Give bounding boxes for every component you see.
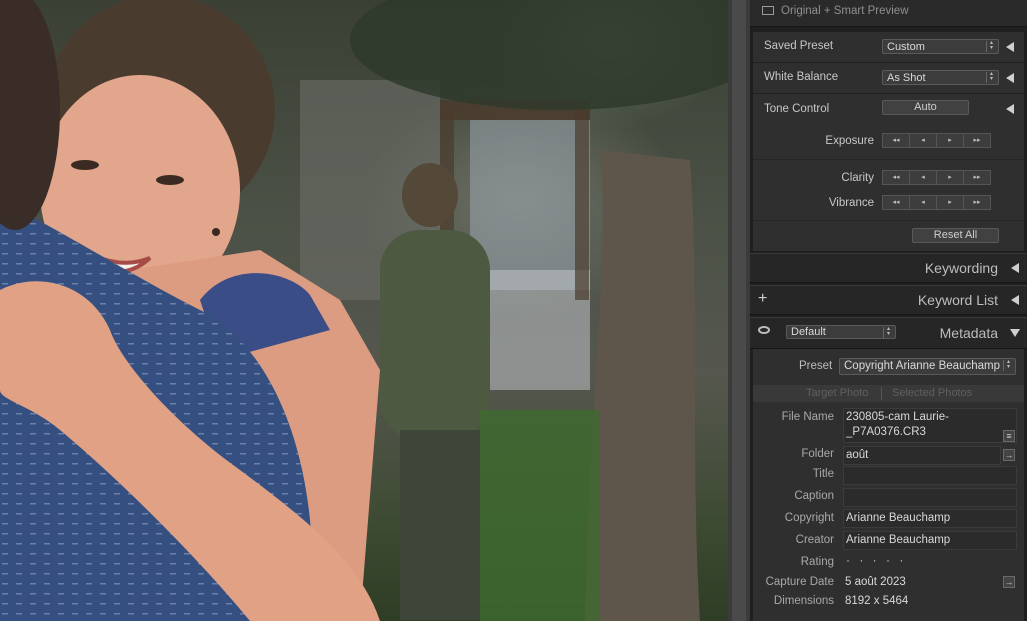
vibrance-increase-large-button[interactable]: ▸▸ [963, 195, 991, 210]
metadata-title: Metadata [939, 325, 998, 341]
keyword-list-disclosure-icon[interactable] [1011, 295, 1019, 305]
clarity-decrease-button[interactable]: ◂ [909, 170, 937, 185]
metadata-view-select[interactable]: Default ▴ ▾ [786, 325, 896, 339]
file-name-value-line2: _P7A0376.CR3 [846, 426, 926, 438]
metadata-panel-header[interactable]: Default ▴ ▾ Metadata [750, 317, 1027, 349]
keywording-disclosure-icon[interactable] [1011, 263, 1019, 273]
caption-label: Caption [794, 490, 834, 502]
capture-date-value: 5 août 2023 [845, 576, 906, 588]
select-spinner-icon: ▴ ▾ [1003, 359, 1013, 371]
lightroom-library-window: Original + Smart Preview Saved Preset Cu… [0, 0, 1027, 621]
go-to-date-icon[interactable]: → [1003, 576, 1015, 588]
keyword-list-panel-header[interactable]: + Keyword List [750, 285, 1027, 315]
saved-preset-label: Saved Preset [764, 40, 834, 52]
select-spinner-icon: ▴ ▾ [883, 326, 893, 338]
go-to-folder-icon[interactable]: → [1003, 449, 1015, 461]
rating-stars[interactable]: · · · · · [846, 553, 906, 567]
keywording-title: Keywording [924, 260, 998, 276]
preview-status-label: Original + Smart Preview [781, 5, 909, 17]
copyright-field[interactable]: Arianne Beauchamp [843, 509, 1017, 528]
copyright-value: Arianne Beauchamp [846, 512, 951, 524]
divider [753, 159, 1024, 160]
exposure-decrease-button[interactable]: ◂ [909, 133, 937, 148]
select-spinner-icon: ▴ ▾ [986, 71, 996, 83]
vibrance-label: Vibrance [828, 197, 874, 209]
scroll-track[interactable] [732, 0, 746, 621]
tone-control-label: Tone Control [764, 103, 830, 115]
tone-control-disclosure-icon[interactable] [1006, 104, 1014, 114]
file-name-field[interactable]: 230805-cam Laurie- _P7A0376.CR3 [843, 408, 1017, 443]
reset-all-button[interactable]: Reset All [912, 228, 999, 243]
right-panel: Original + Smart Preview Saved Preset Cu… [750, 0, 1027, 621]
photo-preview[interactable] [0, 0, 728, 621]
exposure-stepper: ◂◂ ◂ ▸ ▸▸ [882, 133, 991, 148]
exposure-increase-button[interactable]: ▸ [936, 133, 964, 148]
auto-tone-button[interactable]: Auto [882, 100, 969, 115]
tab-selected-photos[interactable]: Selected Photos [892, 387, 972, 399]
metadata-preset-value: Copyright Arianne Beauchamp [844, 360, 1000, 372]
list-icon[interactable]: ≡ [1003, 430, 1015, 442]
metadata-view-value: Default [791, 326, 826, 338]
creator-label: Creator [795, 534, 834, 546]
clarity-label: Clarity [841, 172, 874, 184]
rating-label: Rating [800, 556, 834, 568]
vibrance-decrease-button[interactable]: ◂ [909, 195, 937, 210]
folder-field: août [843, 446, 1001, 465]
caption-field[interactable] [843, 488, 1017, 507]
white-balance-value: As Shot [887, 72, 926, 84]
vibrance-increase-button[interactable]: ▸ [936, 195, 964, 210]
white-balance-label: White Balance [764, 71, 839, 83]
eye-icon[interactable] [758, 326, 770, 334]
add-keyword-icon[interactable]: + [758, 290, 767, 308]
creator-value: Arianne Beauchamp [846, 534, 951, 546]
vibrance-decrease-large-button[interactable]: ◂◂ [882, 195, 910, 210]
file-name-value-line1: 230805-cam Laurie- [846, 411, 949, 423]
dimensions-value: 8192 x 5464 [845, 595, 909, 607]
saved-preset-value: Custom [887, 41, 925, 53]
tab-divider [881, 387, 882, 400]
capture-date-label: Capture Date [765, 576, 834, 588]
title-label: Title [812, 468, 834, 480]
preview-icon [762, 6, 774, 15]
metadata-preset-select[interactable]: Copyright Arianne Beauchamp ▴ ▾ [839, 358, 1016, 375]
folder-value: août [846, 449, 869, 461]
vibrance-stepper: ◂◂ ◂ ▸ ▸▸ [882, 195, 991, 210]
photo-illustration [0, 0, 728, 621]
metadata-panel: Preset Copyright Arianne Beauchamp ▴ ▾ Ta… [753, 349, 1024, 621]
metadata-target-tabs: Target Photo Selected Photos [753, 385, 1024, 402]
white-balance-select[interactable]: As Shot ▴ ▾ [882, 70, 999, 85]
metadata-preset-label: Preset [799, 360, 833, 372]
clarity-decrease-large-button[interactable]: ◂◂ [882, 170, 910, 185]
metadata-disclosure-icon[interactable] [1010, 329, 1020, 337]
divider [753, 62, 1024, 63]
divider [753, 93, 1024, 94]
clarity-increase-large-button[interactable]: ▸▸ [963, 170, 991, 185]
preview-status-bar: Original + Smart Preview [750, 0, 1027, 27]
exposure-increase-large-button[interactable]: ▸▸ [963, 133, 991, 148]
quick-develop-panel: Saved Preset Custom ▴ ▾ White Balance As … [753, 32, 1024, 251]
exposure-label: Exposure [825, 135, 874, 147]
clarity-increase-button[interactable]: ▸ [936, 170, 964, 185]
panel-gutter [728, 0, 750, 621]
keywording-panel-header[interactable]: Keywording [750, 253, 1027, 283]
creator-field[interactable]: Arianne Beauchamp [843, 531, 1017, 550]
tab-target-photo[interactable]: Target Photo [806, 387, 868, 399]
clarity-stepper: ◂◂ ◂ ▸ ▸▸ [882, 170, 991, 185]
saved-preset-disclosure-icon[interactable] [1006, 42, 1014, 52]
copyright-label: Copyright [784, 512, 834, 524]
divider [753, 220, 1024, 221]
white-balance-disclosure-icon[interactable] [1006, 73, 1014, 83]
keyword-list-title: Keyword List [917, 292, 998, 308]
select-spinner-icon: ▴ ▾ [986, 40, 996, 52]
title-field[interactable] [843, 466, 1017, 485]
folder-label: Folder [801, 448, 834, 460]
saved-preset-select[interactable]: Custom ▴ ▾ [882, 39, 999, 54]
dimensions-label: Dimensions [773, 595, 834, 607]
exposure-decrease-large-button[interactable]: ◂◂ [882, 133, 910, 148]
file-name-label: File Name [781, 411, 834, 423]
